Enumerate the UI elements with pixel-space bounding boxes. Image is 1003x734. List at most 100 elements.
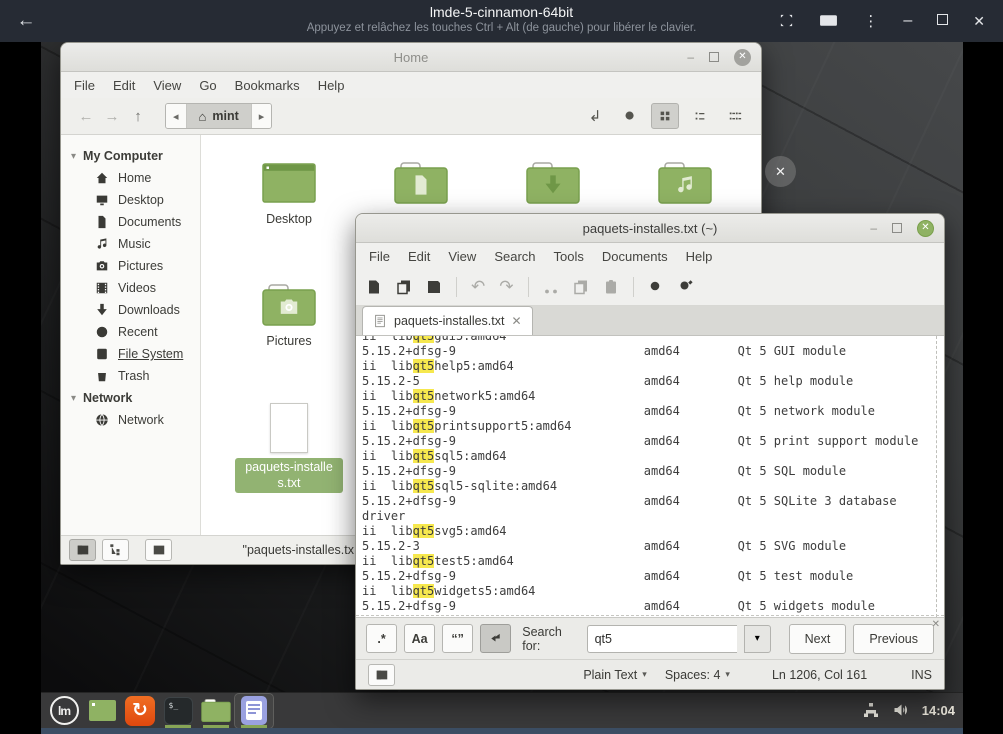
sidebar-item[interactable]: Home (61, 167, 200, 189)
match-case-toggle-button[interactable]: Aa (404, 624, 435, 653)
find-icon[interactable] (648, 279, 664, 295)
keyboard-icon[interactable] (819, 13, 838, 29)
tab-paquets-installes[interactable]: paquets-installes.txt ✕ (362, 306, 533, 335)
sidebar-item[interactable]: Trash (61, 365, 200, 387)
menu-item[interactable]: Edit (104, 75, 144, 96)
sidebar-item-icon (95, 281, 109, 295)
fullscreen-icon[interactable] (779, 13, 794, 29)
save-icon[interactable] (426, 279, 442, 295)
sidebar-item[interactable]: Music (61, 233, 200, 255)
kebab-menu-icon[interactable]: ⋮ (863, 14, 878, 29)
file-paquets-installes[interactable]: paquets-installes.txt (223, 403, 355, 525)
wrap-around-toggle-button[interactable] (480, 624, 511, 653)
menu-item[interactable]: View (439, 246, 485, 267)
back-icon[interactable]: ← (73, 108, 99, 125)
sidebar-item[interactable]: Documents (61, 211, 200, 233)
editor-title: paquets-installes.txt (~) (583, 221, 718, 236)
tab-close-icon[interactable]: ✕ (511, 314, 521, 328)
breadcrumb-left-icon[interactable]: ◂ (166, 104, 187, 128)
file-manager-titlebar[interactable]: Home – ✕ (61, 43, 761, 72)
sidebar-item[interactable]: Downloads (61, 299, 200, 321)
minimize-button[interactable]: – (687, 51, 694, 63)
collapse-triangle-icon[interactable]: ▾ (71, 393, 76, 404)
maximize-button[interactable] (709, 52, 719, 62)
maximize-window-icon[interactable] (937, 13, 948, 29)
text-editor-window: paquets-installes.txt (~) – ✕ FileEditVi… (355, 213, 945, 690)
menu-item[interactable]: File (65, 75, 104, 96)
previous-button[interactable]: Previous (853, 624, 934, 654)
cut-icon[interactable] (543, 279, 559, 295)
show-desktop-button[interactable] (83, 694, 121, 728)
folder-pictures[interactable]: Pictures (223, 281, 355, 403)
sidebar-item[interactable]: Pictures (61, 255, 200, 277)
menu-item[interactable]: Help (309, 75, 354, 96)
copy-icon[interactable] (573, 279, 589, 295)
menu-item[interactable]: Documents (593, 246, 677, 267)
toggle-panel-button[interactable] (368, 664, 395, 686)
paste-icon[interactable] (603, 279, 619, 295)
clock[interactable]: 14:04 (922, 703, 955, 718)
show-treeview-button[interactable] (102, 539, 129, 561)
search-input[interactable] (587, 625, 737, 653)
text-editor-launcher[interactable] (235, 694, 273, 728)
regex-toggle-button[interactable]: .* (366, 624, 397, 653)
collapse-triangle-icon[interactable]: ▾ (71, 151, 76, 162)
sidebar-item[interactable]: File System (61, 343, 200, 365)
menu-item[interactable]: View (144, 75, 190, 96)
language-selector[interactable]: Plain Text▾ (583, 668, 647, 682)
maximize-button[interactable] (892, 223, 902, 233)
list-view-button[interactable] (686, 103, 714, 129)
search-history-dropdown[interactable]: ▾ (744, 625, 771, 653)
breadcrumb-right-icon[interactable]: ▸ (252, 104, 272, 128)
show-places-button[interactable] (69, 539, 96, 561)
menu-item[interactable]: Search (485, 246, 544, 267)
network-icon[interactable] (863, 702, 879, 720)
minimize-window-icon[interactable]: – (903, 13, 912, 29)
sidebar-item[interactable]: Desktop (61, 189, 200, 211)
files-launcher[interactable] (197, 694, 235, 728)
sidebar-item[interactable]: Network (61, 409, 200, 431)
toggle-sidebar-button[interactable] (145, 539, 172, 561)
sidebar-section-my-computer[interactable]: ▾ My Computer (61, 145, 200, 167)
folder-desktop[interactable]: Desktop (223, 159, 355, 281)
sidebar-section-network[interactable]: ▾ Network (61, 387, 200, 409)
find-replace-icon[interactable] (678, 279, 694, 295)
sidebar-item[interactable]: Recent (61, 321, 200, 343)
close-button[interactable]: ✕ (734, 49, 751, 66)
redo-icon[interactable]: ↷ (499, 277, 513, 297)
new-document-icon[interactable] (366, 279, 382, 295)
sidebar-item[interactable]: Videos (61, 277, 200, 299)
terminal-launcher[interactable]: $_ (159, 694, 197, 728)
menu-item[interactable]: Help (677, 246, 722, 267)
mint-menu-button[interactable]: lm (45, 694, 83, 728)
search-icon[interactable] (616, 103, 644, 129)
system-tray: 14:04 (863, 702, 955, 720)
close-button[interactable]: ✕ (917, 220, 934, 237)
compact-view-button[interactable] (721, 103, 749, 129)
open-icon[interactable] (396, 279, 412, 295)
menu-item[interactable]: File (360, 246, 399, 267)
breadcrumb-home-segment[interactable]: ⌂ mint (187, 104, 252, 128)
next-button[interactable]: Next (789, 624, 847, 654)
menu-item[interactable]: Bookmarks (226, 75, 309, 96)
menu-item[interactable]: Go (190, 75, 225, 96)
file-manager-title: Home (394, 50, 429, 65)
back-arrow-button[interactable]: ← (0, 10, 52, 32)
search-close-icon[interactable]: ✕ (932, 619, 940, 630)
menu-item[interactable]: Edit (399, 246, 439, 267)
forward-icon[interactable]: → (99, 108, 125, 125)
indent-selector[interactable]: Spaces: 4▾ (665, 668, 730, 682)
desktop-close-icon[interactable]: ✕ (765, 156, 796, 187)
toggle-location-entry-icon[interactable]: ↲ (581, 103, 609, 129)
minimize-button[interactable]: – (870, 222, 877, 234)
menu-item[interactable]: Tools (545, 246, 593, 267)
editor-titlebar[interactable]: paquets-installes.txt (~) – ✕ (356, 214, 944, 243)
editor-text-area[interactable]: ii libqt5gui5:amd645.15.2+dfsg-9 amd64 Q… (356, 336, 944, 617)
icon-view-button[interactable] (651, 103, 679, 129)
undo-icon[interactable]: ↶ (471, 277, 485, 297)
firefox-launcher[interactable]: ↻ (121, 694, 159, 728)
whole-word-toggle-button[interactable]: “” (442, 624, 473, 653)
up-icon[interactable]: ↑ (125, 108, 151, 125)
volume-icon[interactable] (892, 702, 909, 720)
close-window-icon[interactable]: ✕ (973, 14, 985, 28)
